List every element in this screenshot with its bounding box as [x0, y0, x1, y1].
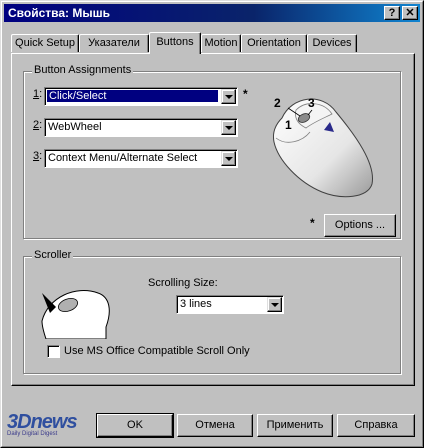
options-asterisk: * [310, 216, 315, 230]
scrolling-size-label: Scrolling Size: [148, 277, 218, 289]
scroll-wheel-illustration [41, 290, 110, 339]
chevron-down-icon[interactable] [221, 89, 236, 104]
button-1-value: Click/Select [46, 89, 219, 103]
asterisk-marker: * [243, 87, 248, 101]
button-assignments-group: Button Assignments 1: Click/Select * 2: … [23, 64, 401, 239]
button-assignments-label: Button Assignments [32, 64, 134, 76]
button-2-dropdown[interactable]: WebWheel [44, 118, 238, 137]
scrolling-size-dropdown[interactable]: 3 lines [176, 295, 284, 314]
close-title-button[interactable]: ✕ [402, 6, 418, 20]
help-button[interactable]: Справка [337, 414, 415, 437]
mouse-label-3: 3 [308, 96, 315, 110]
ms-office-scroll-checkbox[interactable] [47, 345, 60, 358]
tab-pointers[interactable]: Указатели [79, 34, 149, 52]
tab-quick-setup[interactable]: Quick Setup [11, 34, 79, 52]
scrolling-size-value: 3 lines [180, 298, 212, 310]
ms-office-scroll-label[interactable]: Use MS Office Compatible Scroll Only [64, 345, 250, 357]
ok-button[interactable]: OK [96, 413, 174, 438]
button-1-label: 1: [33, 88, 43, 100]
chevron-down-icon[interactable] [221, 120, 236, 135]
logo: 3Dnews Daily Digital Digest [7, 411, 78, 437]
chevron-down-icon[interactable] [221, 151, 236, 166]
mouse-illustration [273, 98, 374, 198]
tab-buttons[interactable]: Buttons [149, 32, 201, 54]
title-bar: Свойства: Мышь ? ✕ [4, 4, 420, 22]
options-button[interactable]: Options ... [324, 214, 396, 237]
window-title: Свойства: Мышь [8, 6, 110, 20]
mouse-label-2: 2 [274, 96, 281, 110]
scroller-label: Scroller [32, 249, 74, 261]
button-3-dropdown[interactable]: Context Menu/Alternate Select [44, 149, 238, 168]
mouse-properties-dialog: Свойства: Мышь ? ✕ Quick Setup Указатели… [0, 0, 424, 448]
tab-motion[interactable]: Motion [201, 34, 241, 52]
help-title-button[interactable]: ? [384, 6, 400, 20]
apply-button[interactable]: Применить [257, 414, 333, 437]
button-2-value: WebWheel [48, 121, 102, 133]
button-3-label: 3: [33, 150, 43, 162]
cancel-button[interactable]: Отмена [177, 414, 253, 437]
tab-orientation[interactable]: Orientation [241, 34, 307, 52]
tab-panel-buttons: Button Assignments 1: Click/Select * 2: … [11, 53, 415, 386]
button-3-value: Context Menu/Alternate Select [48, 152, 198, 164]
button-1-dropdown[interactable]: Click/Select [44, 87, 238, 106]
scroller-group: Scroller Scrolling Size: 3 lines Use MS … [23, 249, 401, 374]
chevron-down-icon[interactable] [267, 297, 282, 312]
tab-devices[interactable]: Devices [307, 34, 357, 52]
button-2-label: 2: [33, 119, 43, 131]
mouse-label-1: 1 [285, 118, 292, 132]
